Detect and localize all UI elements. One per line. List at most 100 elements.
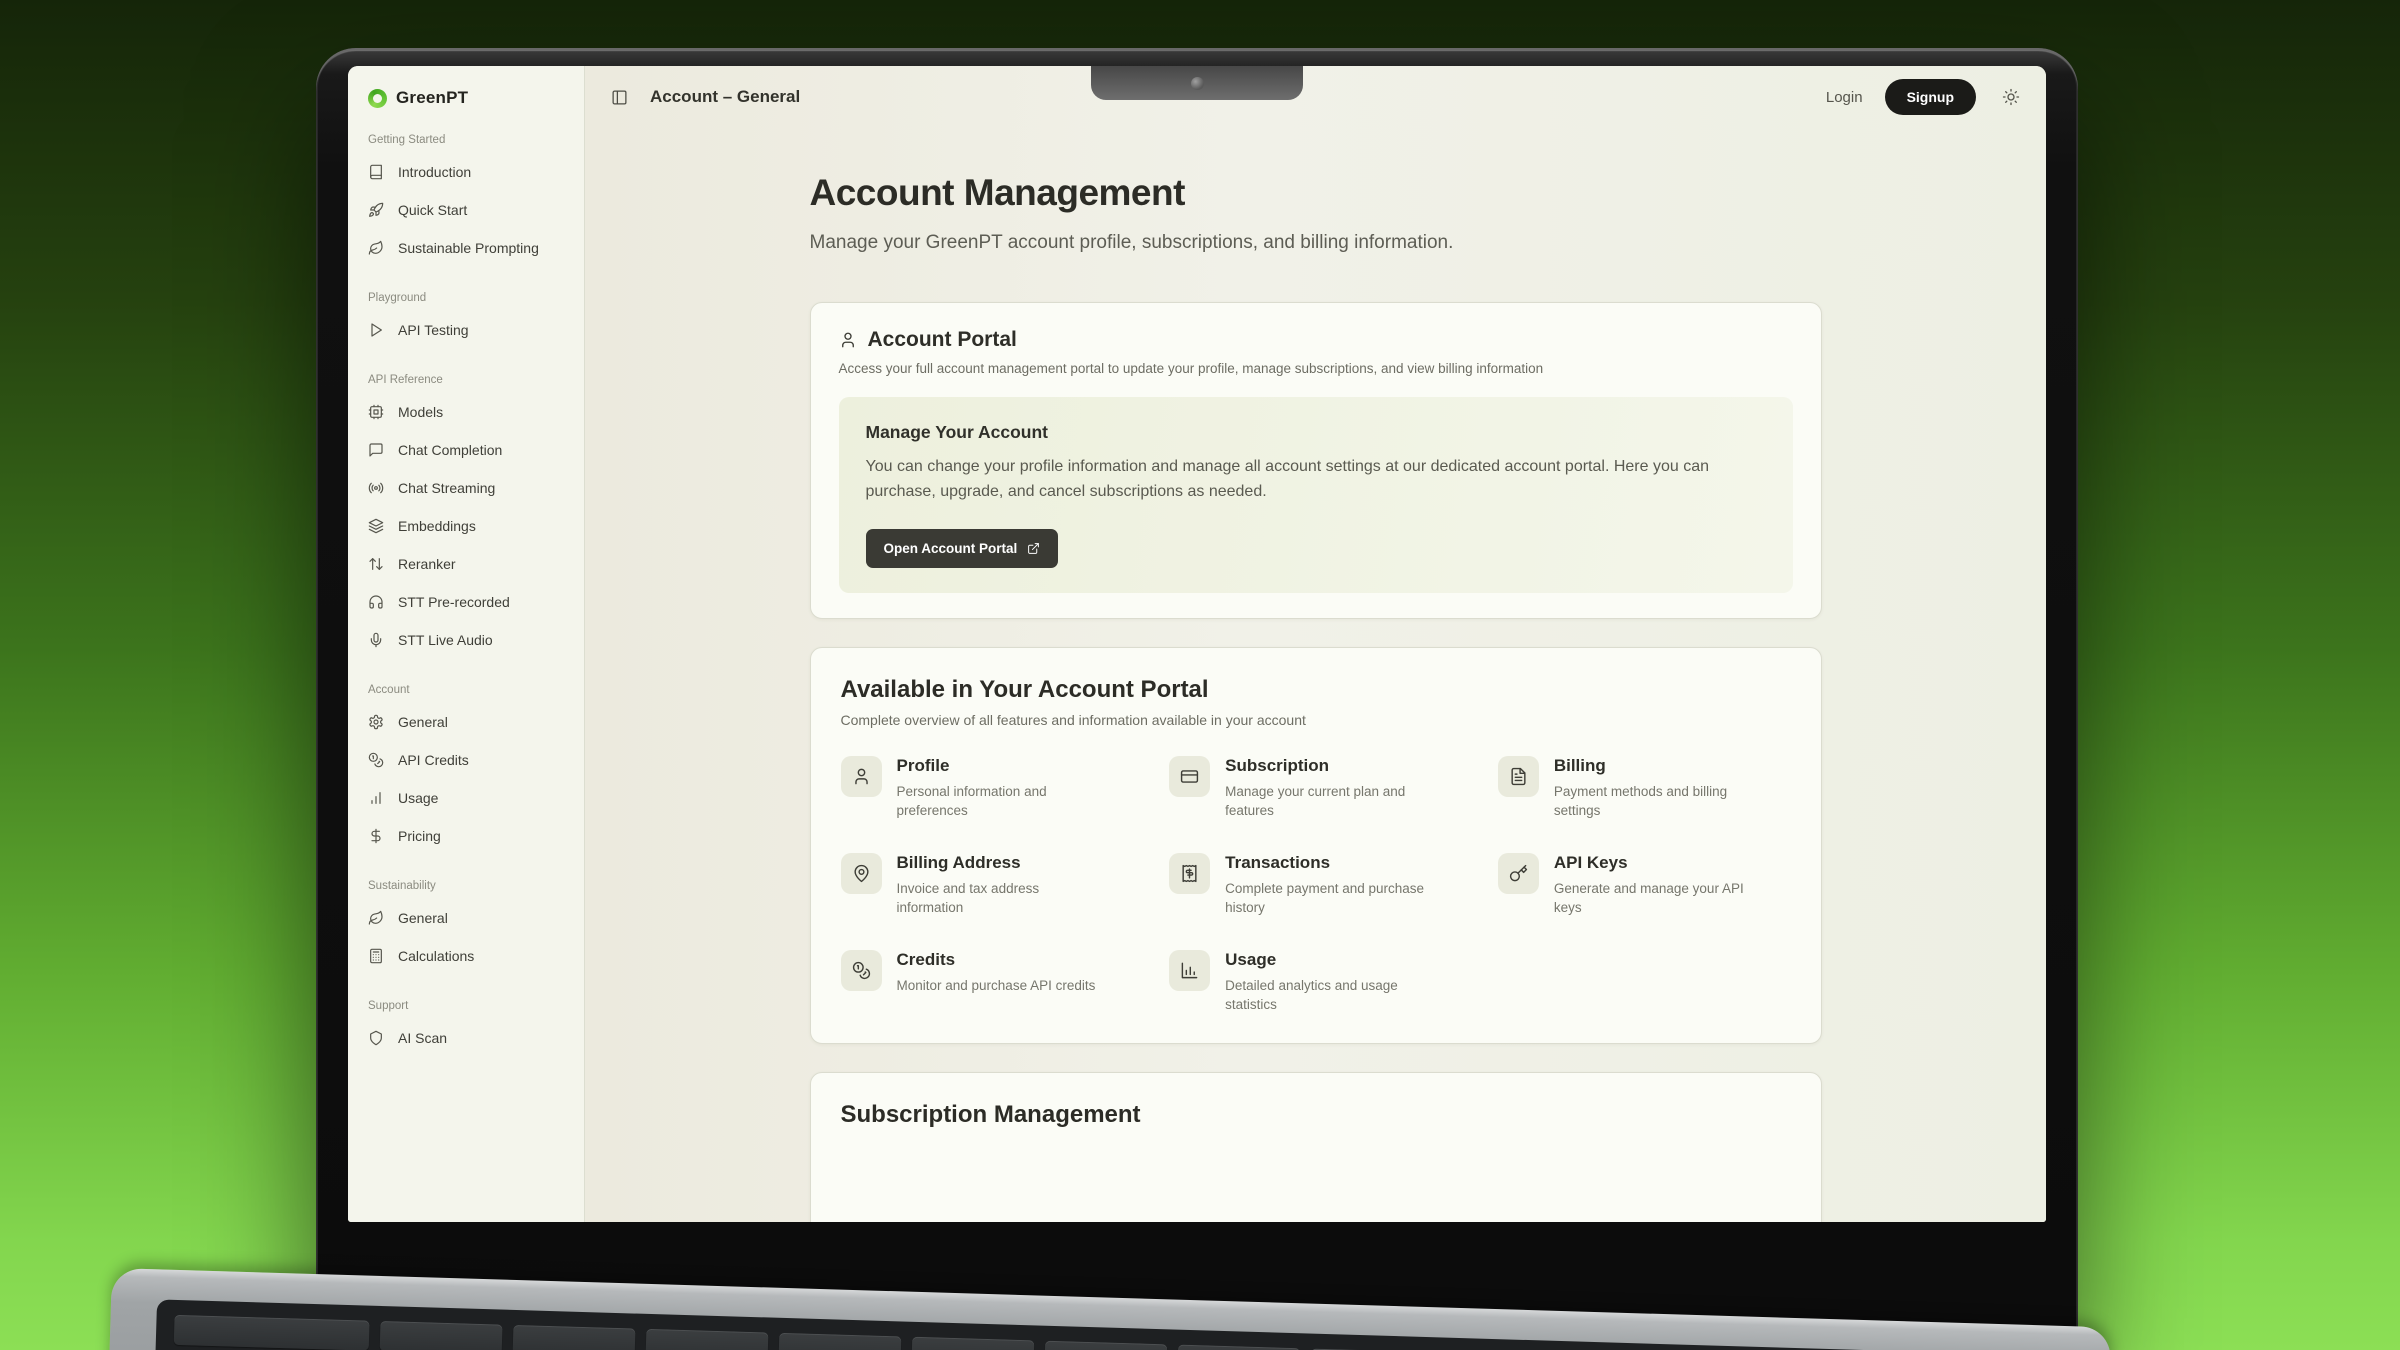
user-icon xyxy=(852,767,871,786)
app-logo[interactable]: GreenPT xyxy=(348,80,584,118)
play-icon xyxy=(368,322,384,338)
headphones-icon xyxy=(368,594,384,610)
features-card-title: Available in Your Account Portal xyxy=(841,676,1791,704)
sidebar-section-playground: Playground API Testing xyxy=(348,292,584,349)
page-content: Account Management Manage your GreenPT a… xyxy=(585,128,2046,1222)
portal-card-description: Access your full account management port… xyxy=(839,361,1793,376)
sidebar-item-pricing[interactable]: Pricing xyxy=(348,817,584,855)
sidebar-item-api-credits[interactable]: API Credits xyxy=(348,741,584,779)
sidebar-item-chat-streaming[interactable]: Chat Streaming xyxy=(348,469,584,507)
laptop-screen: GreenPT Getting StartedIntroductionQuick… xyxy=(316,48,2078,1344)
app-window: GreenPT Getting StartedIntroductionQuick… xyxy=(348,66,2046,1222)
main-area: Account – General Login Signup Account M… xyxy=(585,66,2046,1222)
feature-title: Subscription xyxy=(1225,756,1435,776)
sidebar-item-quick-start[interactable]: Quick Start xyxy=(348,191,584,229)
feature-title: Usage xyxy=(1225,950,1435,970)
sidebar-item-introduction[interactable]: Introduction xyxy=(348,153,584,191)
feature-title: Billing Address xyxy=(897,853,1107,873)
sidebar-section-support: Support AI Scan xyxy=(348,1000,584,1057)
account-portal-card: Account Portal Access your full account … xyxy=(810,302,1822,619)
sidebar-section-api-reference: API ReferenceModelsChat CompletionChat S… xyxy=(348,374,584,659)
keyboard-key xyxy=(911,1337,1034,1350)
subscription-card-title: Subscription Management xyxy=(841,1101,1791,1129)
message-icon xyxy=(368,442,384,458)
cpu-icon xyxy=(368,404,384,420)
key-icon xyxy=(1509,864,1528,883)
feature-icon-box xyxy=(841,950,882,991)
feature-item-transactions: TransactionsComplete payment and purchas… xyxy=(1169,853,1462,918)
feature-icon-box xyxy=(1169,950,1210,991)
sidebar-section-sustainability: SustainabilityGeneralCalculations xyxy=(348,880,584,975)
sidebar-item-models[interactable]: Models xyxy=(348,393,584,431)
chart-column-icon xyxy=(1180,961,1199,980)
feature-item-subscription: SubscriptionManage your current plan and… xyxy=(1169,756,1462,821)
sidebar: GreenPT Getting StartedIntroductionQuick… xyxy=(348,66,585,1222)
broadcast-icon xyxy=(368,480,384,496)
arrows-up-down-icon xyxy=(368,556,384,572)
feature-title: Billing xyxy=(1554,756,1764,776)
manage-account-body: You can change your profile information … xyxy=(866,455,1766,505)
feature-icon-box xyxy=(1169,853,1210,894)
sidebar-item-reranker[interactable]: Reranker xyxy=(348,545,584,583)
manage-account-title: Manage Your Account xyxy=(866,422,1766,443)
calculator-icon xyxy=(368,948,384,964)
sidebar-item-label: General xyxy=(398,714,448,730)
sidebar-item-label: Pricing xyxy=(398,828,441,844)
sidebar-item-sustainable-prompting[interactable]: Sustainable Prompting xyxy=(348,229,584,267)
open-account-portal-button[interactable]: Open Account Portal xyxy=(866,529,1059,568)
book-icon xyxy=(368,164,384,180)
bar-chart-icon xyxy=(368,790,384,806)
mic-icon xyxy=(368,632,384,648)
page-breadcrumb-title: Account – General xyxy=(650,87,800,107)
sidebar-item-label: STT Pre-recorded xyxy=(398,594,510,610)
sidebar-item-label: Quick Start xyxy=(398,202,467,218)
feature-title: Credits xyxy=(897,950,1096,970)
gear-icon xyxy=(368,714,384,730)
keyboard-key xyxy=(1177,1345,1300,1350)
sidebar-section-account: AccountGeneralAPI CreditsUsagePricing xyxy=(348,684,584,855)
login-link[interactable]: Login xyxy=(1826,89,1863,106)
sidebar-item-usage[interactable]: Usage xyxy=(348,779,584,817)
sidebar-section-label: Support xyxy=(348,1000,584,1019)
features-card-subtitle: Complete overview of all features and in… xyxy=(841,712,1791,728)
signup-button[interactable]: Signup xyxy=(1885,79,1976,115)
feature-icon-box xyxy=(841,756,882,797)
sidebar-item-general[interactable]: General xyxy=(348,899,584,937)
receipt-icon xyxy=(1180,864,1199,883)
coins-icon xyxy=(852,961,871,980)
sidebar-item-ai-scan[interactable]: AI Scan xyxy=(348,1019,584,1057)
feature-description: Monitor and purchase API credits xyxy=(897,976,1096,996)
sidebar-section-label: Playground xyxy=(348,292,584,311)
coins-icon xyxy=(368,752,384,768)
sidebar-item-calculations[interactable]: Calculations xyxy=(348,937,584,975)
sidebar-item-stt-live-audio[interactable]: STT Live Audio xyxy=(348,621,584,659)
sidebar-item-stt-pre-recorded[interactable]: STT Pre-recorded xyxy=(348,583,584,621)
sidebar-item-api-testing[interactable]: API Testing xyxy=(348,311,584,349)
portal-card-title: Account Portal xyxy=(868,328,1017,352)
feature-icon-box xyxy=(841,853,882,894)
external-link-icon xyxy=(1027,542,1040,555)
manage-account-panel: Manage Your Account You can change your … xyxy=(839,397,1793,593)
webcam-dot xyxy=(1191,77,1204,90)
sidebar-item-label: Embeddings xyxy=(398,518,476,534)
sidebar-item-chat-completion[interactable]: Chat Completion xyxy=(348,431,584,469)
sidebar-item-label: Introduction xyxy=(398,164,471,180)
sidebar-item-general[interactable]: General xyxy=(348,703,584,741)
leaf-icon xyxy=(368,910,384,926)
sun-icon[interactable] xyxy=(2002,88,2020,106)
open-account-portal-label: Open Account Portal xyxy=(884,541,1018,556)
feature-title: Profile xyxy=(897,756,1107,776)
shield-icon xyxy=(368,1030,384,1046)
app-logo-label: GreenPT xyxy=(396,88,468,108)
keyboard-key xyxy=(779,1333,902,1350)
page-title: Account Management xyxy=(810,172,1822,214)
keyboard-key xyxy=(380,1321,503,1350)
sidebar-section-label: API Reference xyxy=(348,374,584,393)
sidebar-item-embeddings[interactable]: Embeddings xyxy=(348,507,584,545)
sidebar-item-label: API Testing xyxy=(398,322,469,338)
sidebar-item-label: AI Scan xyxy=(398,1030,447,1046)
feature-item-billing-address: Billing AddressInvoice and tax address i… xyxy=(841,853,1134,918)
sidebar-toggle-icon[interactable] xyxy=(611,89,628,106)
keyboard-key xyxy=(513,1325,636,1350)
map-pin-icon xyxy=(852,864,871,883)
